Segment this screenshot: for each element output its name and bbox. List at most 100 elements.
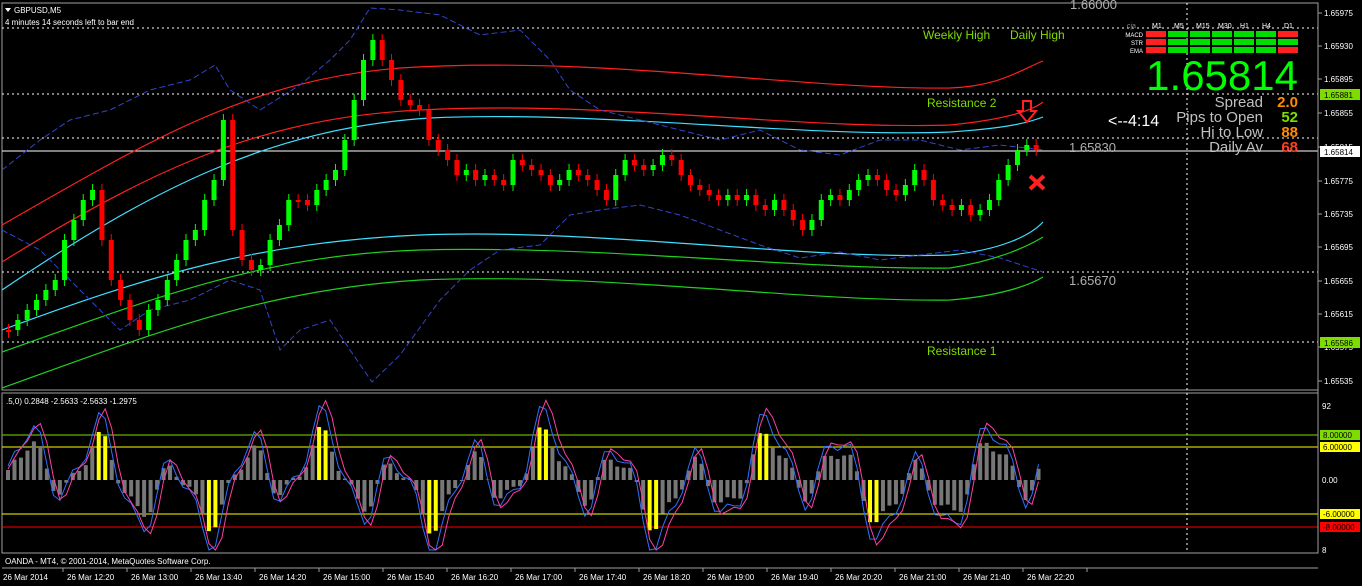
candle-body [202,200,208,230]
price-tag-text-bid: 1.65814 [1324,148,1353,157]
candle-body [230,120,236,230]
sub-hist-bar [472,451,477,480]
candle-body [659,155,665,165]
candle-body [501,180,507,185]
sub-hist-bar [90,447,95,480]
chart-canvas[interactable]: 1.659751.659301.658951.658551.658151.657… [0,0,1362,586]
sub-hist-bar [245,457,250,480]
band-curve [1,115,1044,291]
candle-body [585,175,591,180]
candle-body [678,160,684,175]
time-axis-label: 26 Mar 13:40 [195,573,243,582]
signal-grid-timeframe: H4 [1262,23,1271,30]
sub-hist-bar [608,459,613,480]
candle-body [276,225,282,240]
sub-hist-bar [414,480,419,491]
info-row-label: Daily Av [1209,139,1263,156]
sub-hist-bar [543,429,548,480]
price-tag-text-1-65586: 1.65586 [1324,339,1353,348]
candle-body [454,160,460,175]
signal-grid-row-label: EMA [1130,49,1143,55]
sub-hist-bar [31,441,36,480]
candle-body [118,280,124,300]
sub-hist-bar [952,480,957,511]
candle-body [248,260,254,270]
price-axis-label: 1.65895 [1324,75,1353,84]
candle-body [164,280,170,300]
candle-body [800,220,806,230]
sub-hist-bar [446,480,451,495]
candle-body [473,170,479,180]
candle-body [482,175,488,180]
countdown-text: <--4:14 [1108,113,1159,130]
sub-hist-bar [725,480,730,498]
candle-body [874,175,880,180]
candle-body [174,260,180,280]
sub-hist-bar [667,480,672,503]
sub-hist-bar [362,480,367,512]
candle-body [155,300,161,310]
candle-body [809,220,815,230]
signal-grid-timeframe: M5 [1174,23,1184,30]
sub-hist-bar [453,480,458,489]
time-axis-label: 26 Mar 12:20 [67,573,115,582]
time-axis-label: 26 Mar 16:20 [451,573,499,582]
candle-body [968,205,974,215]
sub-hist-bar [880,480,885,512]
sub-hist-bar [1023,480,1028,500]
level-text-top: 1.66000 [1070,0,1117,12]
candle-body [43,290,49,300]
candle-body [71,220,77,240]
price-axis-label: 1.65655 [1324,277,1353,286]
candle-body [146,310,152,330]
candle-body [99,190,105,240]
chart-menu-icon[interactable] [5,8,11,12]
resistance-2-label: Resistance 2 [927,96,997,110]
sub-hist-bar [77,470,82,480]
signal-cell [1190,31,1210,37]
sub-hist-bar [563,466,568,480]
sub-hist-bar [57,480,62,495]
candle-body [1005,165,1011,180]
time-axis-label: 26 Mar 21:00 [899,573,947,582]
candle-body [912,170,918,185]
candle-body [361,60,367,100]
sub-hist-bar [731,480,736,499]
candle-body [716,195,722,200]
candle-body [706,190,712,195]
candle-body [52,280,58,290]
sub-hist-bar [997,454,1002,480]
sub-hist-bar [777,455,782,480]
info-rows: Spread 2.0Pips to Open 52Hi to Low 88Daily … [1176,94,1298,156]
big-price: 1.65814 [1146,52,1298,99]
signal-cell [1278,39,1298,45]
candle-body [828,195,834,200]
sub-hist-bar [958,480,963,512]
sub-hist-bar [83,465,88,480]
time-axis-label: 26 Mar 21:40 [963,573,1011,582]
candle-body [258,265,264,270]
sub-hist-bar [1004,454,1009,480]
candle-body [762,205,768,210]
sub-hist-bar [718,480,723,503]
candle-body [753,195,759,205]
signal-cell [1146,31,1166,37]
time-axis-label: 26 Mar 15:40 [387,573,435,582]
candle-body [547,175,553,185]
footer-copyright: OANDA - MT4, © 2001-2014, MetaQuotes Sof… [5,557,211,566]
candle-body [930,180,936,200]
candle-body [613,175,619,200]
candle-body [80,200,86,220]
time-axis-label: 26 Mar 19:00 [707,573,755,582]
candle-body [463,170,469,175]
sub-hist-bar [317,427,322,480]
sub-hist-bar [388,463,393,480]
candle-body [323,180,329,190]
signal-grid-corner: cja [1127,23,1136,30]
candle-body [744,195,750,200]
sub-hist-bar [835,458,840,480]
sub-hist-bar [401,478,406,480]
sub-hist-bar [18,457,23,480]
sub-hist-bar [479,457,484,480]
candle-body [183,240,189,260]
